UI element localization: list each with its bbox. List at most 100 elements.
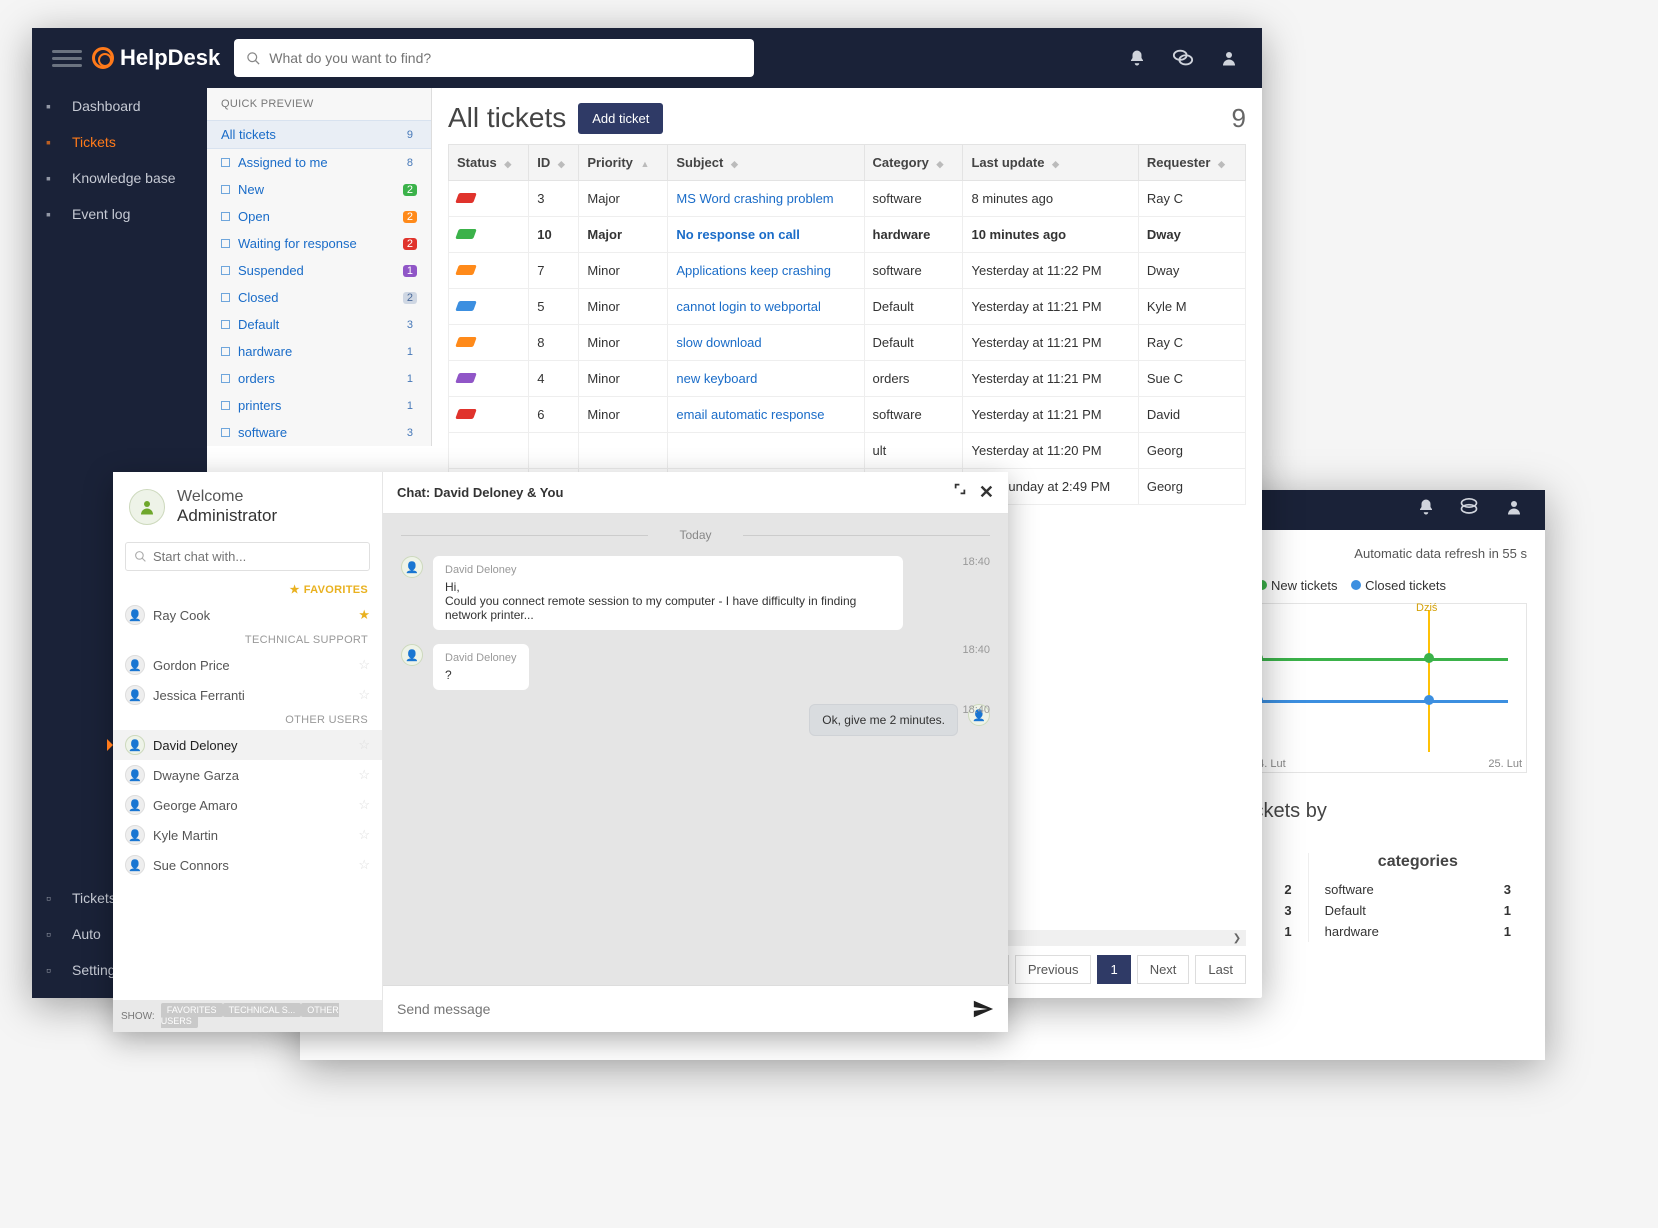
quick-preview-title: QUICK PREVIEW	[207, 88, 431, 120]
refresh-label: Automatic data refresh in 55 s	[1354, 546, 1527, 561]
table-row[interactable]: ultYesterday at 11:20 PMGeorg	[449, 433, 1246, 469]
col-categories: categories software3Default1hardware1	[1308, 853, 1527, 942]
pager-page[interactable]: 1	[1097, 955, 1130, 984]
col-requester[interactable]: Requester ◆	[1138, 145, 1245, 181]
contact-sue-connors[interactable]: 👤Sue Connors☆	[113, 850, 382, 880]
chat-body: Today 👤David DeloneyHi,Could you connect…	[383, 514, 1008, 985]
content: All tickets Add ticket 9 Status ◆ID ◆Pri…	[432, 88, 1262, 505]
col-id[interactable]: ID ◆	[529, 145, 579, 181]
table-row[interactable]: 3MajorMS Word crashing problemsoftware8 …	[449, 181, 1246, 217]
quick-printers[interactable]: printers1	[207, 392, 431, 419]
search-icon	[134, 550, 147, 563]
section-tech: TECHNICAL SUPPORT	[113, 630, 382, 650]
quick-open[interactable]: Open2	[207, 203, 431, 230]
quick-hardware[interactable]: hardware1	[207, 338, 431, 365]
table-row[interactable]: 4Minornew keyboardordersYesterday at 11:…	[449, 361, 1246, 397]
legend-new: New tickets	[1271, 578, 1337, 593]
ticket-table: Status ◆ID ◆Priority ▲Subject ◆Category …	[448, 144, 1246, 505]
chart-legend: New tickets Closed tickets	[1247, 578, 1527, 593]
chip[interactable]: TECHNICAL S...	[223, 1003, 302, 1017]
chat-main: Chat: David Deloney & You ✕ Today 👤David…	[383, 472, 1008, 1032]
brand-label: HelpDesk	[120, 45, 220, 71]
chat-sidebar: Welcome Administrator FAVORITES 👤Ray Coo…	[113, 472, 383, 1032]
chat-input[interactable]	[383, 985, 1008, 1032]
nav-dashboard[interactable]: ▪Dashboard	[32, 88, 207, 124]
close-icon[interactable]: ✕	[979, 482, 994, 503]
table-row[interactable]: 6Minoremail automatic responsesoftwareYe…	[449, 397, 1246, 433]
day-label: Today	[401, 528, 990, 542]
quick-software[interactable]: software3	[207, 419, 431, 446]
chat-icon[interactable]	[1164, 39, 1202, 77]
pager: st Previous 1 Next Last	[973, 955, 1246, 984]
stat-row[interactable]: Default1	[1325, 900, 1511, 921]
col-priority[interactable]: Priority ▲	[579, 145, 668, 181]
table-row[interactable]: 5Minorcannot login to webportalDefaultYe…	[449, 289, 1246, 325]
user-icon[interactable]	[1210, 39, 1248, 77]
quick-waiting-for-response[interactable]: Waiting for response2	[207, 230, 431, 257]
show-bar: SHOW: FAVORITESTECHNICAL S...OTHER USERS	[113, 1000, 382, 1032]
col-status[interactable]: Status ◆	[449, 145, 529, 181]
bell-icon[interactable]	[1118, 39, 1156, 77]
quick-closed[interactable]: Closed2	[207, 284, 431, 311]
expand-icon[interactable]	[953, 482, 967, 503]
table-row[interactable]: 8Minorslow downloadDefaultYesterday at 1…	[449, 325, 1246, 361]
welcome: Welcome Administrator	[113, 472, 382, 542]
brand-icon	[92, 47, 114, 69]
section-other: OTHER USERS	[113, 710, 382, 730]
bell-icon[interactable]	[1417, 498, 1435, 516]
avatar	[129, 489, 165, 525]
page-title: All tickets	[448, 102, 566, 134]
scrollbar-arrow-right[interactable]: ❯	[1230, 930, 1244, 946]
user-icon[interactable]	[1505, 498, 1523, 516]
stat-row[interactable]: hardware1	[1325, 921, 1511, 942]
nav-tickets[interactable]: ▪Tickets	[32, 124, 207, 160]
table-row[interactable]: 10MajorNo response on callhardware10 min…	[449, 217, 1246, 253]
quick-assigned-to-me[interactable]: Assigned to me8	[207, 149, 431, 176]
contact-ray-cook[interactable]: 👤Ray Cook★	[113, 600, 382, 630]
pager-next[interactable]: Next	[1137, 955, 1190, 984]
stat-row[interactable]: software3	[1325, 879, 1511, 900]
quick-suspended[interactable]: Suspended1	[207, 257, 431, 284]
chat-icon[interactable]	[1459, 498, 1479, 518]
quick-default[interactable]: Default3	[207, 311, 431, 338]
pager-last[interactable]: Last	[1195, 955, 1246, 984]
col-category[interactable]: Category ◆	[864, 145, 963, 181]
col-subject[interactable]: Subject ◆	[668, 145, 864, 181]
chat-search-input[interactable]	[125, 542, 370, 571]
contact-george-amaro[interactable]: 👤George Amaro☆	[113, 790, 382, 820]
chat-header: Chat: David Deloney & You ✕	[383, 472, 1008, 514]
search-input[interactable]	[234, 39, 754, 77]
brand[interactable]: HelpDesk	[92, 45, 220, 71]
search-icon	[246, 51, 261, 66]
contact-gordon-price[interactable]: 👤Gordon Price☆	[113, 650, 382, 680]
chat-window: Welcome Administrator FAVORITES 👤Ray Coo…	[113, 472, 1008, 1032]
chart-marker: Dziś	[1416, 602, 1437, 614]
col-last-update[interactable]: Last update ◆	[963, 145, 1138, 181]
contact-dwayne-garza[interactable]: 👤Dwayne Garza☆	[113, 760, 382, 790]
contact-jessica-ferranti[interactable]: 👤Jessica Ferranti☆	[113, 680, 382, 710]
send-icon[interactable]	[972, 998, 994, 1020]
quick-new[interactable]: New2	[207, 176, 431, 203]
chat-title: Chat: David Deloney & You	[397, 485, 563, 500]
nav-knowledge-base[interactable]: ▪Knowledge base	[32, 160, 207, 196]
quick-orders[interactable]: orders1	[207, 365, 431, 392]
message-in: 👤David Deloney?18:40	[401, 644, 990, 690]
quick-all-tickets[interactable]: All tickets9	[207, 120, 431, 149]
quick-preview-panel: QUICK PREVIEW All tickets9Assigned to me…	[207, 88, 432, 446]
page-head: All tickets Add ticket 9	[448, 102, 1246, 134]
message-out: Ok, give me 2 minutes.👤18:40	[401, 704, 990, 736]
add-ticket-button[interactable]: Add ticket	[578, 103, 663, 134]
mini-chart: Dziś 24. Lut 25. Lut	[1247, 603, 1527, 773]
ticket-count: 9	[1232, 103, 1246, 134]
pager-prev[interactable]: Previous	[1015, 955, 1092, 984]
message-in: 👤David DeloneyHi,Could you connect remot…	[401, 556, 990, 630]
hamburger-icon[interactable]	[52, 43, 82, 73]
table-row[interactable]: 7MinorApplications keep crashingsoftware…	[449, 253, 1246, 289]
chart-area: New tickets Closed tickets Dziś 24. Lut …	[1247, 578, 1527, 773]
legend-closed: Closed tickets	[1365, 578, 1446, 593]
contact-david-deloney[interactable]: 👤David Deloney☆	[113, 730, 382, 760]
section-favorites: FAVORITES	[113, 579, 382, 600]
nav-event-log[interactable]: ▪Event log	[32, 196, 207, 232]
contact-kyle-martin[interactable]: 👤Kyle Martin☆	[113, 820, 382, 850]
topbar: HelpDesk	[32, 28, 1262, 88]
